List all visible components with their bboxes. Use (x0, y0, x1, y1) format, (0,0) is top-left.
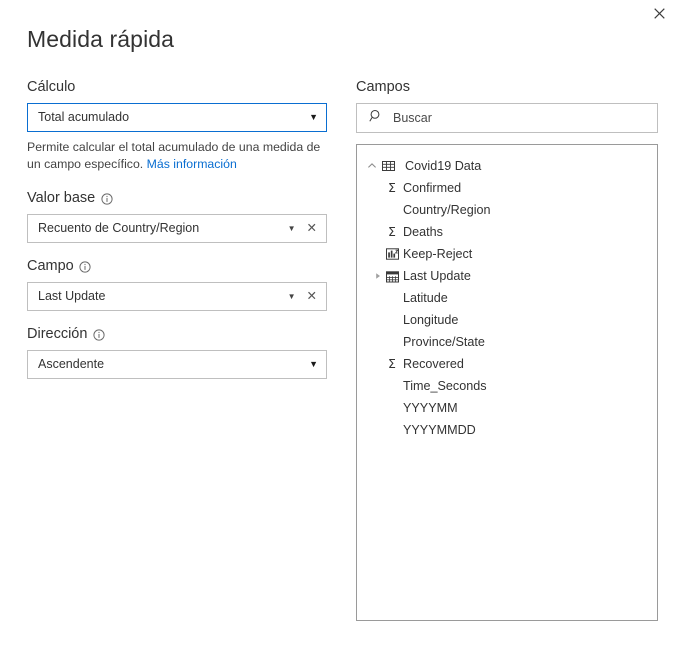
fields-tree[interactable]: Covid19 Data Σ Confirmed Country/Region Σ De… (356, 144, 658, 621)
calculation-label-text: Cálculo (27, 79, 76, 95)
fields-tree-item[interactable]: Σ Deaths (357, 221, 657, 243)
sigma-icon: Σ (388, 355, 396, 371)
clear-base-value-icon[interactable]: ✕ (307, 222, 317, 235)
fields-tree-item[interactable]: Σ Recovered (357, 353, 657, 375)
calculation-dropdown[interactable]: Total acumulado ▼ (27, 103, 327, 132)
fields-tree-item[interactable]: Country/Region (357, 199, 657, 221)
fields-tree-item-label: Country/Region (403, 203, 491, 217)
fields-panel: Campos Buscar Covid19 Data Σ Confirmed C… (356, 78, 658, 621)
fields-tree-item-label: Recovered (403, 357, 464, 371)
direction-value: Ascendente (38, 357, 105, 371)
direction-label: Dirección (27, 325, 327, 343)
fields-tree-items: Σ Confirmed Country/Region Σ Deaths Keep-Reje… (357, 177, 657, 441)
fields-panel-label: Campos (356, 78, 658, 96)
search-icon (369, 109, 383, 128)
fields-tree-item-label: Last Update (403, 269, 471, 283)
fields-panel-label-text: Campos (356, 79, 410, 95)
calculation-label: Cálculo (27, 78, 327, 96)
fields-tree-item-label: Province/State (403, 335, 485, 349)
fields-tree-item-label: YYYYMMDD (403, 423, 476, 437)
quick-measure-form: Cálculo Total acumulado ▼ Permite calcul… (27, 78, 327, 379)
fields-tree-item[interactable]: Time_Seconds (357, 375, 657, 397)
base-value-label-text: Valor base (27, 190, 96, 206)
fields-tree-table-row[interactable]: Covid19 Data (357, 154, 657, 177)
chevron-down-icon[interactable]: ▼ (288, 292, 296, 301)
search-input[interactable]: Buscar (356, 103, 658, 133)
direction-label-text: Dirección (27, 326, 88, 342)
fields-tree-item[interactable]: YYYYMM (357, 397, 657, 419)
table-icon (379, 160, 397, 172)
info-icon[interactable] (79, 261, 92, 274)
calculation-helper-text: Permite calcular el total acumulado de u… (27, 139, 323, 172)
info-icon[interactable] (92, 329, 105, 342)
field-combobox[interactable]: Last Update ▼ ✕ (27, 282, 327, 311)
page-title: Medida rápida (27, 26, 175, 52)
field-label: Campo (27, 257, 327, 275)
fields-tree-item[interactable]: Last Update (357, 265, 657, 287)
field-value-text: Last Update (38, 289, 106, 303)
base-value-label: Valor base (27, 189, 327, 207)
chevron-down-icon: ▼ (309, 112, 318, 122)
measure-icon (384, 248, 400, 260)
chevron-up-icon[interactable] (365, 161, 379, 171)
calculation-value: Total acumulado (38, 110, 130, 124)
chevron-right-icon[interactable] (371, 272, 384, 280)
fields-tree-item-label: Longitude (403, 313, 459, 327)
info-icon[interactable] (100, 193, 113, 206)
field-label-text: Campo (27, 258, 74, 274)
fields-tree-item-label: Deaths (403, 225, 443, 239)
clear-field-icon[interactable]: ✕ (307, 290, 317, 303)
direction-dropdown[interactable]: Ascendente ▼ (27, 350, 327, 379)
sigma-icon: Σ (388, 179, 396, 195)
fields-tree-item[interactable]: Keep-Reject (357, 243, 657, 265)
dialog-right-edge (671, 0, 689, 652)
fields-tree-item[interactable]: Province/State (357, 331, 657, 353)
chevron-down-icon[interactable]: ▼ (288, 224, 296, 233)
chevron-down-icon: ▼ (309, 359, 318, 369)
base-value-text: Recuento de Country/Region (38, 221, 200, 235)
fields-tree-table-name: Covid19 Data (405, 158, 482, 173)
base-value-combobox[interactable]: Recuento de Country/Region ▼ ✕ (27, 214, 327, 243)
fields-tree-item[interactable]: Latitude (357, 287, 657, 309)
search-placeholder: Buscar (393, 111, 432, 125)
fields-tree-item[interactable]: Σ Confirmed (357, 177, 657, 199)
fields-tree-item-label: Time_Seconds (403, 379, 487, 393)
fields-tree-item[interactable]: Longitude (357, 309, 657, 331)
fields-tree-item-label: Confirmed (403, 181, 462, 195)
sigma-icon: Σ (388, 223, 396, 239)
quick-measure-dialog: Medida rápida Cálculo Total acumulado ▼ … (0, 0, 672, 652)
fields-tree-item-label: Latitude (403, 291, 448, 305)
learn-more-link[interactable]: Más información (147, 157, 237, 171)
fields-tree-item-label: Keep-Reject (403, 247, 473, 261)
fields-tree-item[interactable]: YYYYMMDD (357, 419, 657, 441)
close-icon[interactable] (646, 0, 672, 26)
calendar-icon (384, 270, 400, 283)
fields-tree-item-label: YYYYMM (403, 401, 458, 415)
